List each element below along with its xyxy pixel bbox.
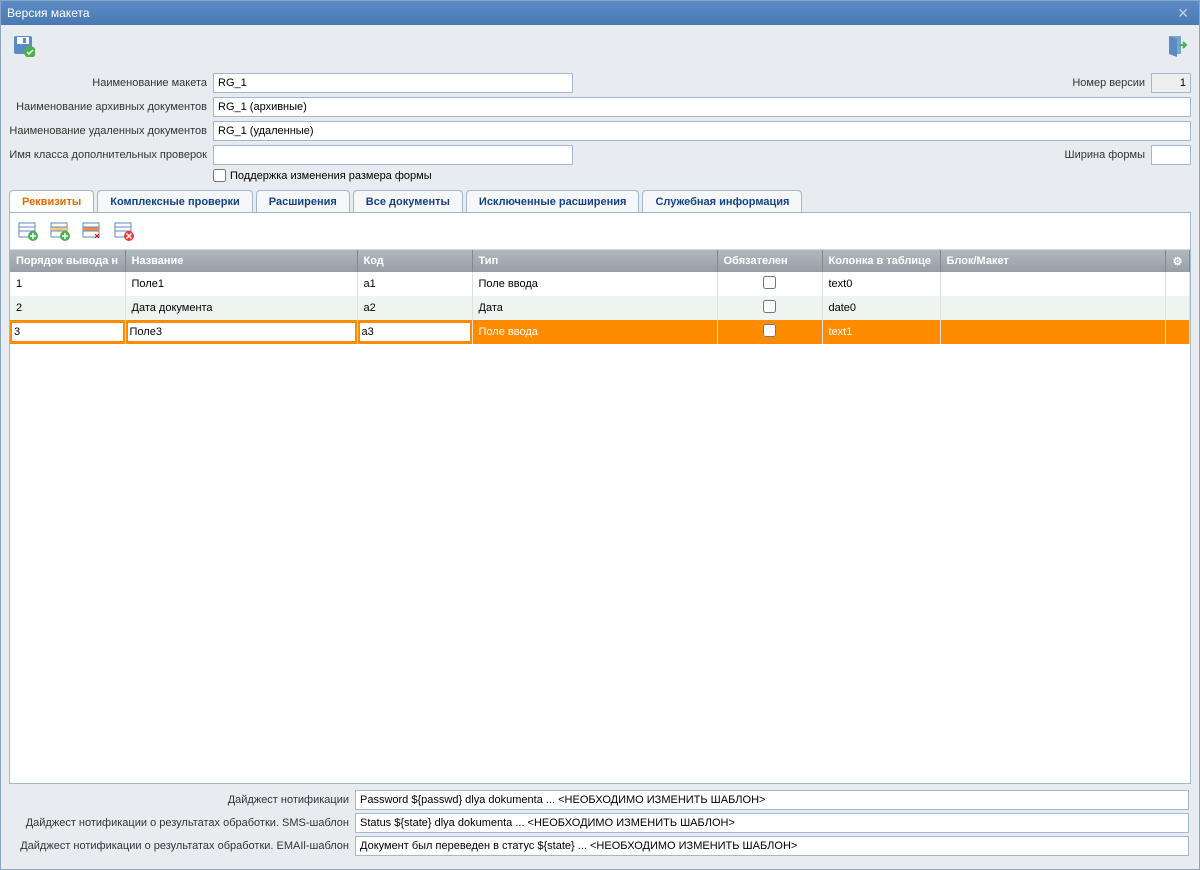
name-label: Наименование макета	[9, 77, 209, 89]
cell-required[interactable]	[717, 272, 822, 296]
inner-toolbar	[10, 213, 1190, 250]
cell-code[interactable]: a2	[357, 296, 472, 320]
cell-name[interactable]: Поле1	[125, 272, 357, 296]
resize-checkbox[interactable]	[213, 169, 226, 182]
col-type[interactable]: Тип	[472, 250, 717, 272]
tab-all-docs[interactable]: Все документы	[353, 190, 463, 213]
required-checkbox[interactable]	[763, 324, 776, 337]
tab-complex-checks[interactable]: Комплексные проверки	[97, 190, 253, 213]
cell-type[interactable]: Поле ввода	[472, 320, 717, 344]
tab-excluded-ext[interactable]: Исключенные расширения	[466, 190, 640, 213]
class-label: Имя класса дополнительных проверок	[9, 149, 209, 161]
row-name: Наименование макета Номер версии	[9, 73, 1191, 93]
resize-label: Поддержка изменения размера формы	[230, 170, 432, 182]
col-order[interactable]: Порядок вывода н	[10, 250, 125, 272]
archive-input[interactable]	[213, 97, 1191, 117]
save-icon[interactable]	[9, 31, 37, 59]
cell-type[interactable]: Дата	[472, 296, 717, 320]
deleted-label: Наименование удаленных документов	[9, 125, 209, 137]
sms-input[interactable]	[355, 813, 1189, 833]
code-cell-input[interactable]	[359, 322, 471, 342]
tab-extensions[interactable]: Расширения	[256, 190, 350, 213]
table-row[interactable]: Поле ввода text1	[10, 320, 1190, 344]
required-checkbox[interactable]	[763, 300, 776, 313]
table-wrap: Порядок вывода н Название Код Тип Обязат…	[10, 250, 1190, 783]
requisites-table: Порядок вывода н Название Код Тип Обязат…	[10, 250, 1190, 344]
row-resize: Поддержка изменения размера формы	[213, 169, 1191, 182]
email-label: Дайджест нотификации о результатах обраб…	[11, 840, 351, 852]
version-input	[1151, 73, 1191, 93]
version-label: Номер версии	[1072, 77, 1147, 89]
titlebar: Версия макета ✕	[1, 1, 1199, 25]
bottom-form: Дайджест нотификации Дайджест нотификаци…	[9, 784, 1191, 861]
cell-column[interactable]: text0	[822, 272, 940, 296]
row-digest: Дайджест нотификации	[11, 790, 1189, 810]
class-input[interactable]	[213, 145, 573, 165]
digest-input[interactable]	[355, 790, 1189, 810]
required-checkbox[interactable]	[763, 276, 776, 289]
width-label: Ширина формы	[1065, 149, 1148, 161]
col-name[interactable]: Название	[125, 250, 357, 272]
add-row-icon[interactable]	[16, 219, 40, 243]
cell-order[interactable]	[10, 320, 125, 344]
exit-icon[interactable]	[1163, 31, 1191, 59]
content: Наименование макета Номер версии Наимено…	[1, 73, 1199, 869]
table-row[interactable]: 2 Дата документа a2 Дата date0	[10, 296, 1190, 320]
cell-block[interactable]	[940, 320, 1166, 344]
gear-icon[interactable]: ⚙	[1166, 250, 1190, 272]
table-header-row: Порядок вывода н Название Код Тип Обязат…	[10, 250, 1190, 272]
edit-row-icon[interactable]	[48, 219, 72, 243]
col-column[interactable]: Колонка в таблице	[822, 250, 940, 272]
email-input[interactable]	[355, 836, 1189, 856]
cell-order[interactable]: 2	[10, 296, 125, 320]
tab-service-info[interactable]: Служебная информация	[642, 190, 802, 213]
window: Версия макета ✕ Наименование макета Номе…	[0, 0, 1200, 870]
cell-column[interactable]: text1	[822, 320, 940, 344]
cell-type[interactable]: Поле ввода	[472, 272, 717, 296]
name-input[interactable]	[213, 73, 573, 93]
archive-label: Наименование архивных документов	[9, 101, 209, 113]
cell-required[interactable]	[717, 320, 822, 344]
name-cell-input[interactable]	[127, 322, 356, 342]
copy-row-icon[interactable]	[80, 219, 104, 243]
cell-order[interactable]: 1	[10, 272, 125, 296]
main-toolbar	[1, 25, 1199, 73]
col-code[interactable]: Код	[357, 250, 472, 272]
table-body: 1 Поле1 a1 Поле ввода text0 2 Дата докум…	[10, 272, 1190, 344]
cell-required[interactable]	[717, 296, 822, 320]
cell-name[interactable]	[125, 320, 357, 344]
col-required[interactable]: Обязателен	[717, 250, 822, 272]
cell-code[interactable]	[357, 320, 472, 344]
close-icon[interactable]: ✕	[1173, 5, 1193, 22]
deleted-input[interactable]	[213, 121, 1191, 141]
window-title: Версия макета	[7, 6, 90, 20]
tab-requisites[interactable]: Реквизиты	[9, 190, 94, 213]
tab-body: Порядок вывода н Название Код Тип Обязат…	[9, 212, 1191, 784]
row-class: Имя класса дополнительных проверок Ширин…	[9, 145, 1191, 165]
row-sms: Дайджест нотификации о результатах обраб…	[11, 813, 1189, 833]
cell-code[interactable]: a1	[357, 272, 472, 296]
cell-block[interactable]	[940, 272, 1166, 296]
tab-bar: Реквизиты Комплексные проверки Расширени…	[9, 190, 1191, 213]
delete-row-icon[interactable]	[112, 219, 136, 243]
cell-block[interactable]	[940, 296, 1166, 320]
order-input[interactable]	[11, 322, 124, 342]
cell-column[interactable]: date0	[822, 296, 940, 320]
width-input[interactable]	[1151, 145, 1191, 165]
row-email: Дайджест нотификации о результатах обраб…	[11, 836, 1189, 856]
row-archive: Наименование архивных документов	[9, 97, 1191, 117]
sms-label: Дайджест нотификации о результатах обраб…	[11, 817, 351, 829]
row-deleted: Наименование удаленных документов	[9, 121, 1191, 141]
col-block[interactable]: Блок/Макет	[940, 250, 1166, 272]
cell-name[interactable]: Дата документа	[125, 296, 357, 320]
table-row[interactable]: 1 Поле1 a1 Поле ввода text0	[10, 272, 1190, 296]
digest-label: Дайджест нотификации	[11, 794, 351, 806]
